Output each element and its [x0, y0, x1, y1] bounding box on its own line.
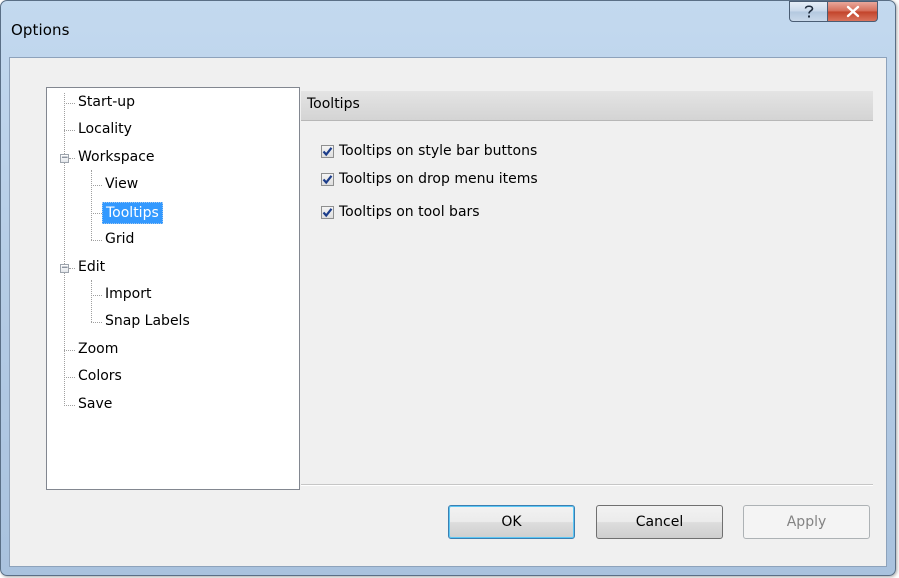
tree-connector [91, 170, 92, 240]
tree-connector [64, 405, 75, 406]
close-button[interactable] [827, 1, 878, 22]
help-button[interactable] [789, 1, 828, 22]
tree-connector [64, 350, 75, 351]
tree-item-start-up[interactable]: Start-up [75, 92, 138, 114]
tree-item-view[interactable]: View [102, 174, 141, 196]
options-dialog: Options − − Start-up Locality Workspace … [0, 0, 896, 576]
drop-menu-label: Tooltips on drop menu items [339, 171, 538, 187]
dialog-client-area: − − Start-up Locality Workspace View Too… [9, 57, 887, 567]
options-tree[interactable]: − − Start-up Locality Workspace View Too… [46, 87, 300, 490]
panel-header: Tooltips [301, 91, 873, 121]
tree-connector [91, 213, 102, 214]
tree-connector [91, 240, 102, 241]
option-style-bar-tooltips[interactable]: Tooltips on style bar buttons [321, 140, 537, 162]
close-icon [846, 5, 859, 18]
apply-button[interactable]: Apply [743, 505, 870, 539]
title-bar[interactable]: Options [1, 1, 895, 57]
option-tool-bar-tooltips[interactable]: Tooltips on tool bars [321, 201, 480, 223]
style-bar-label: Tooltips on style bar buttons [339, 143, 538, 159]
drop-menu-checkbox[interactable] [321, 172, 334, 186]
tree-connector [64, 377, 75, 378]
tree-item-tooltips[interactable]: Tooltips [102, 202, 163, 224]
style-bar-checkbox[interactable] [321, 144, 334, 158]
tree-item-grid[interactable]: Grid [102, 229, 137, 251]
tree-item-import[interactable]: Import [102, 284, 154, 306]
window-title: Options [11, 21, 70, 39]
tree-connector [91, 295, 102, 296]
ok-button[interactable]: OK [448, 505, 575, 539]
tree-connector [64, 103, 75, 104]
tool-bar-checkbox[interactable] [321, 205, 334, 219]
tree-connector [64, 93, 65, 406]
tree-item-workspace[interactable]: Workspace [75, 147, 158, 169]
tree-connector [91, 280, 92, 322]
tree-item-zoom[interactable]: Zoom [75, 339, 121, 361]
tree-item-colors[interactable]: Colors [75, 366, 125, 388]
collapse-workspace-icon[interactable]: − [60, 154, 69, 163]
tool-bar-label: Tooltips on tool bars [339, 204, 480, 220]
collapse-edit-icon[interactable]: − [60, 264, 69, 273]
tree-connector [64, 130, 75, 131]
help-icon [804, 5, 813, 18]
checkmark-icon [322, 207, 333, 217]
tree-item-snap-labels[interactable]: Snap Labels [102, 311, 193, 333]
tree-item-save[interactable]: Save [75, 394, 115, 416]
tree-item-locality[interactable]: Locality [75, 119, 135, 141]
footer-separator [301, 484, 873, 486]
checkmark-icon [322, 146, 333, 156]
panel-title: Tooltips [307, 96, 360, 112]
tree-item-edit[interactable]: Edit [75, 257, 108, 279]
tree-connector [91, 322, 102, 323]
tree-connector [91, 185, 102, 186]
checkmark-icon [322, 174, 333, 184]
cancel-button[interactable]: Cancel [596, 505, 723, 539]
option-drop-menu-tooltips[interactable]: Tooltips on drop menu items [321, 168, 538, 190]
